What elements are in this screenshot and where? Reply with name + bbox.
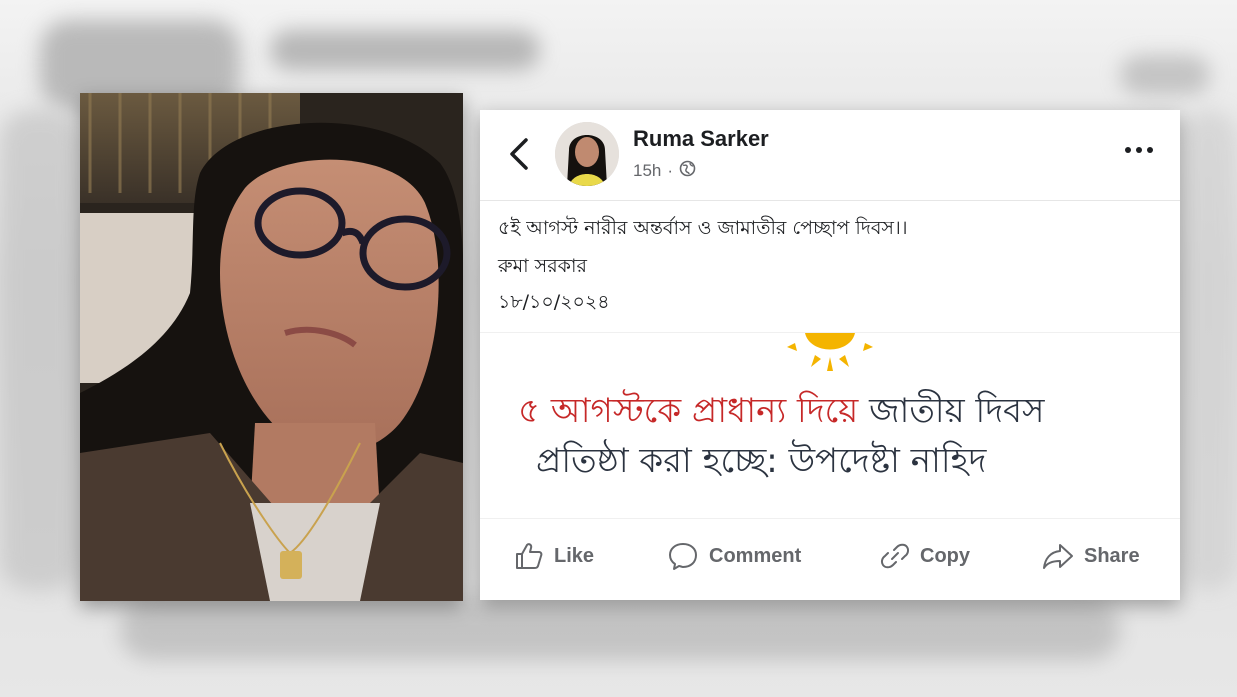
copy-label: Copy: [920, 544, 970, 567]
copy-button[interactable]: Copy: [880, 541, 970, 571]
post-card: Ruma Sarker 15h · ৫ই আগস্ট নারীর অন্তর্ব…: [480, 110, 1180, 600]
blurred-name: [270, 30, 540, 70]
blurred-right-edge: [1180, 110, 1237, 590]
post-time[interactable]: 15h: [633, 161, 661, 181]
post-header: Ruma Sarker 15h ·: [480, 110, 1180, 202]
comment-bubble-icon: [667, 541, 699, 571]
comment-button[interactable]: Comment: [667, 541, 801, 571]
headline-dark-part: জাতীয় দিবস: [858, 391, 1045, 431]
share-arrow-icon: [1042, 541, 1074, 571]
share-button[interactable]: Share: [1042, 541, 1140, 571]
thumbs-up-icon: [514, 541, 544, 571]
header-divider: [480, 200, 1180, 201]
blurred-left-edge: [0, 110, 80, 590]
post-text-line-2: রুমা সরকার: [498, 255, 587, 277]
sun-icon: [787, 333, 873, 371]
shared-headline-line-1: ৫ আগস্টকে প্রাধান্য দিয়ে জাতীয় দিবস: [518, 385, 1044, 442]
post-text-line-1: ৫ই আগস্ট নারীর অন্তর্বাস ও জামাতীর পেচ্ছ…: [498, 217, 908, 239]
post-meta: 15h ·: [633, 160, 696, 182]
meta-separator: ·: [667, 161, 674, 180]
action-bar: Like Comment Copy Share: [480, 518, 1180, 593]
link-icon: [880, 541, 910, 571]
avatar[interactable]: [555, 122, 619, 186]
post-text-line-3: ১৮/১০/২০২৪: [498, 291, 610, 313]
blurred-icon: [1120, 55, 1210, 95]
like-label: Like: [554, 544, 595, 567]
comment-label: Comment: [709, 544, 802, 567]
back-arrow-icon[interactable]: [504, 134, 534, 174]
like-button[interactable]: Like: [514, 541, 594, 571]
shared-headline-line-2: প্রতিষ্ঠা করা হচ্ছে: উপদেষ্টা নাহিদ: [536, 441, 987, 481]
more-options-icon[interactable]: [1120, 140, 1160, 160]
portrait-photo: [80, 93, 463, 601]
share-label: Share: [1084, 544, 1140, 567]
shared-image[interactable]: ৫ আগস্টকে প্রাধান্য দিয়ে জাতীয় দিবস প্…: [480, 332, 1180, 516]
blurred-caption: [120, 600, 1120, 660]
globe-icon: [679, 160, 696, 182]
headline-red-part: ৫ আগস্টকে প্রাধান্য দিয়ে: [518, 391, 859, 431]
author-name[interactable]: Ruma Sarker: [633, 126, 769, 152]
